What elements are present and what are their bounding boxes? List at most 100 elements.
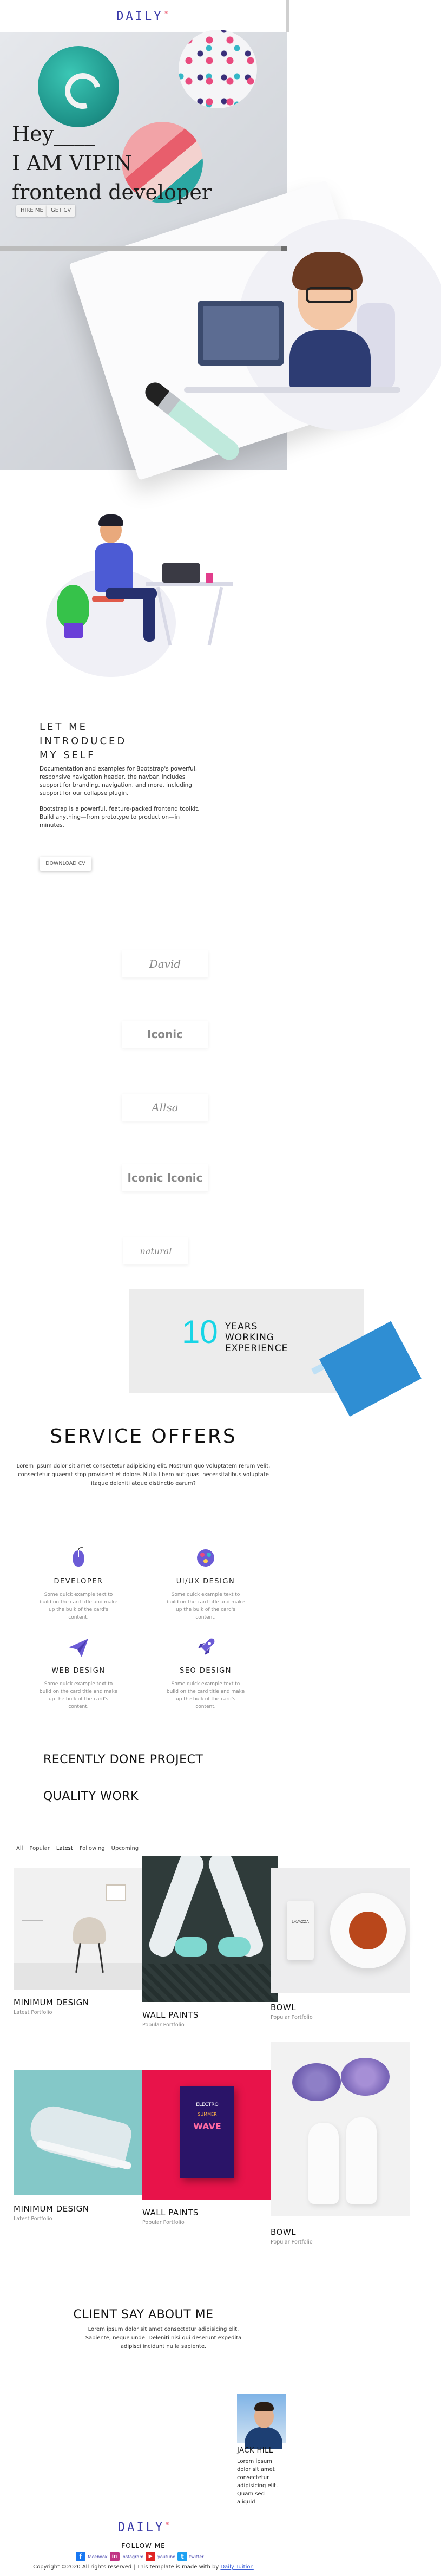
floor-pattern bbox=[142, 1964, 278, 2002]
floor bbox=[14, 1963, 142, 1990]
canister-label: LAVAZZA bbox=[292, 1920, 309, 1924]
experience-label-line: YEARS bbox=[225, 1321, 258, 1332]
instagram-icon[interactable]: in bbox=[109, 2552, 120, 2561]
follow-heading: FOLLOW ME bbox=[121, 2542, 166, 2549]
filter-tab-popular[interactable]: Popular bbox=[29, 1845, 50, 1851]
service-description: Some quick example text to build on the … bbox=[39, 1592, 118, 1620]
work-subtitle: Latest Portfolio bbox=[14, 2216, 52, 2222]
work-image-bowl[interactable]: LAVAZZA bbox=[271, 1868, 410, 1993]
hire-me-button[interactable]: HIRE ME bbox=[16, 205, 48, 217]
table-leg bbox=[207, 586, 223, 646]
filter-tab-upcoming[interactable]: Upcoming bbox=[111, 1845, 139, 1851]
poster-text-top: ELECTRO bbox=[196, 2102, 219, 2108]
client-logo-natural: natural bbox=[123, 1237, 188, 1264]
work-subtitle: Popular Portfolio bbox=[142, 2220, 185, 2226]
work-subtitle: Popular Portfolio bbox=[271, 2014, 313, 2020]
palette-icon bbox=[197, 1549, 214, 1567]
developer-body-illustration bbox=[289, 330, 371, 390]
work-image-socks[interactable] bbox=[142, 1856, 278, 2002]
about-heading-line: INTRODUCED bbox=[40, 735, 127, 747]
service-card-developer[interactable]: DEVELOPER Some quick example text to bui… bbox=[38, 1546, 119, 1621]
filter-tab-latest[interactable]: Latest bbox=[56, 1845, 73, 1851]
brand-star-icon: * bbox=[164, 9, 170, 17]
mouse-icon bbox=[73, 1547, 84, 1567]
about-paragraph-1: Documentation and examples for Bootstrap… bbox=[40, 766, 198, 797]
service-description: Some quick example text to build on the … bbox=[166, 1592, 245, 1620]
work-image-sneaker[interactable] bbox=[14, 2070, 142, 2195]
hero-scrollbar-thumb[interactable] bbox=[281, 246, 287, 251]
facebook-icon[interactable]: f bbox=[76, 2552, 85, 2561]
filter-tab-following[interactable]: Following bbox=[80, 1845, 105, 1851]
hero-line-1: Hey____ bbox=[12, 122, 95, 146]
social-link-instagram[interactable]: instagram bbox=[122, 2554, 144, 2559]
hero-scrollbar-track[interactable] bbox=[0, 246, 287, 251]
work-title: BOWL bbox=[271, 2227, 297, 2237]
work-title: BOWL bbox=[271, 2003, 297, 2012]
youtube-icon[interactable]: ▶ bbox=[146, 2552, 156, 2561]
glasses-illustration bbox=[306, 287, 353, 303]
client-logo-iconic-iconic: Iconic Iconic bbox=[122, 1164, 208, 1191]
service-card-web-design[interactable]: WEB DESIGN Some quick example text to bu… bbox=[38, 1635, 119, 1711]
work-title: MINIMUM DESIGN bbox=[14, 2204, 89, 2214]
service-name: DEVELOPER bbox=[54, 1577, 103, 1586]
poster-card bbox=[180, 2086, 234, 2178]
poster-text-main: WAVE bbox=[193, 2121, 221, 2131]
work-subtitle: Latest Portfolio bbox=[14, 2010, 52, 2016]
person-hair-illustration bbox=[98, 514, 123, 526]
laptop-illustration bbox=[162, 563, 200, 583]
social-link-facebook[interactable]: facebook bbox=[88, 2554, 108, 2559]
work-title: MINIMUM DESIGN bbox=[14, 1998, 89, 2007]
experience-label-line: EXPERIENCE bbox=[225, 1343, 288, 1354]
social-link-youtube[interactable]: youtube bbox=[157, 2554, 175, 2559]
canister bbox=[287, 1901, 314, 1960]
twitter-icon[interactable]: t bbox=[177, 2552, 188, 2561]
polka-dot-pin-badge-image bbox=[179, 30, 257, 108]
work-caption-block: MINIMUM DESIGN Latest Portfolio bbox=[14, 1998, 89, 2016]
services-subtitle: Lorem ipsum dolor sit amet consectetur a… bbox=[16, 1463, 271, 1486]
navbar-scrollbar[interactable] bbox=[286, 0, 289, 32]
pot-illustration bbox=[64, 623, 83, 638]
sock-heel bbox=[175, 1937, 207, 1957]
sock-heel bbox=[218, 1937, 251, 1957]
navbar: DAILY * bbox=[0, 0, 287, 32]
quality-work-heading: QUALITY WORK bbox=[43, 1790, 139, 1803]
download-cv-button[interactable]: DOWNLOAD CV bbox=[40, 857, 91, 871]
brand-logo[interactable]: DAILY * bbox=[116, 10, 170, 23]
about-heading-line: LET ME bbox=[40, 721, 88, 733]
work-title: WALL PAINTS bbox=[142, 2208, 199, 2218]
wall-frame bbox=[106, 1884, 126, 1901]
about-heading-line: MY SELF bbox=[40, 749, 96, 761]
wall-shelf bbox=[22, 1920, 43, 1921]
work-image-poster[interactable]: ELECTRO SUMMER WAVE bbox=[142, 2070, 271, 2200]
get-cv-button[interactable]: GET CV bbox=[47, 205, 76, 217]
testimonial-heading: CLIENT SAY ABOUT ME bbox=[73, 2308, 214, 2321]
projects-heading: RECENTLY DONE PROJECT bbox=[43, 1753, 203, 1766]
copyright-text: Copyright ©2020 All rights reserved | Th… bbox=[33, 2564, 219, 2570]
about-heading: LET ME INTRODUCED MY SELF bbox=[40, 720, 148, 762]
hero-line-3: frontend developer bbox=[12, 180, 212, 204]
person-legs-illustration bbox=[143, 590, 155, 642]
work-caption-block: MINIMUM DESIGN Latest Portfolio bbox=[14, 2204, 89, 2222]
project-filter-tabs: All Popular Latest Following Upcoming bbox=[16, 1845, 139, 1851]
work-title: WALL PAINTS bbox=[142, 2010, 199, 2020]
author-link[interactable]: Daily Tuition bbox=[220, 2564, 253, 2570]
poster-text-small: SUMMER bbox=[198, 2112, 217, 2117]
service-name: WEB DESIGN bbox=[51, 1667, 106, 1675]
footer-brand[interactable]: DAILY * bbox=[0, 2521, 287, 2534]
work-caption-block: BOWL Popular Portfolio bbox=[271, 2227, 313, 2245]
work-image-chair[interactable] bbox=[14, 1868, 142, 1990]
footer-brand-logo: DAILY bbox=[117, 2521, 165, 2534]
bowl-soup bbox=[349, 1912, 387, 1949]
service-card-uiux[interactable]: UI/UX DESIGN Some quick example text to … bbox=[165, 1546, 246, 1621]
chair-seat bbox=[73, 1917, 106, 1944]
social-links: f facebook in instagram ▶ youtube t twit… bbox=[76, 2552, 203, 2561]
social-link-twitter[interactable]: twitter bbox=[189, 2554, 203, 2559]
filter-tab-all[interactable]: All bbox=[16, 1845, 23, 1851]
work-caption-block: WALL PAINTS Popular Portfolio bbox=[142, 2010, 199, 2028]
hero-line-2: I AM VIPIN bbox=[12, 151, 132, 175]
work-subtitle: Popular Portfolio bbox=[142, 2022, 185, 2028]
work-caption-block: BOWL Popular Portfolio bbox=[271, 2003, 313, 2020]
service-card-seo-design[interactable]: SEO DESIGN Some quick example text to bu… bbox=[165, 1635, 246, 1711]
monitor-screen bbox=[203, 306, 279, 360]
work-image-vases[interactable] bbox=[271, 2042, 410, 2216]
